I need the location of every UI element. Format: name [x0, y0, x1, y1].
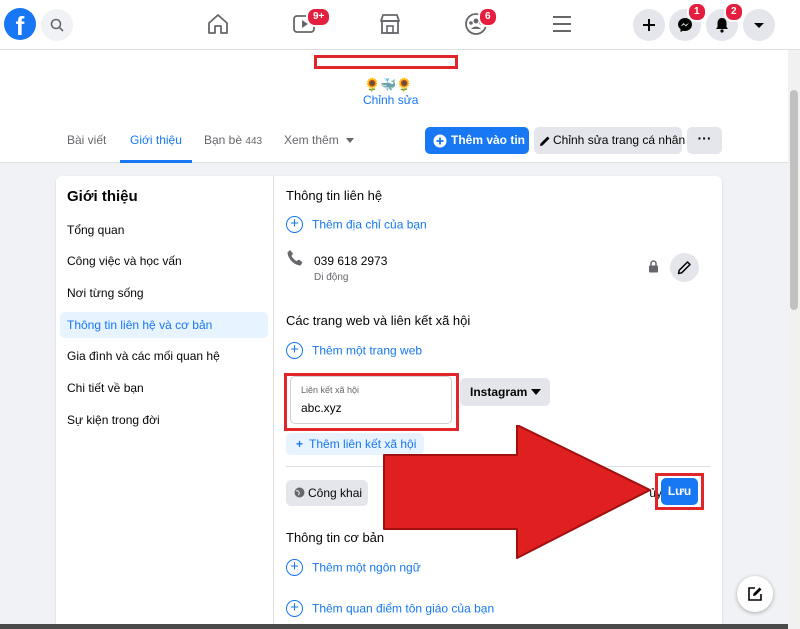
- tab-posts[interactable]: Bài viết: [67, 133, 106, 147]
- add-language-link[interactable]: + Thêm một ngôn ngữ: [286, 559, 421, 579]
- privacy-selector[interactable]: Công khai: [286, 480, 368, 506]
- tab-more-label: Xem thêm: [284, 133, 339, 147]
- nav-menu[interactable]: [538, 8, 586, 42]
- messenger-badge: 1: [687, 2, 707, 22]
- bio-emojis: 🌻🐳🌻: [364, 77, 413, 92]
- caret-down-icon: [346, 138, 355, 143]
- plus-circle-icon: +: [286, 600, 303, 617]
- nav-home[interactable]: [194, 8, 242, 42]
- add-religion-label: Thêm quan điểm tôn giáo của bạn: [312, 601, 495, 616]
- watch-badge: 9+: [306, 7, 332, 27]
- messenger-button[interactable]: 1: [669, 2, 707, 41]
- contact-info-title: Thông tin liên hệ: [286, 188, 383, 203]
- about-title: Giới thiệu: [67, 188, 138, 205]
- pencil-icon: [677, 261, 691, 275]
- sidebar-item-overview[interactable]: Tổng quan: [60, 217, 268, 243]
- scrollbar-thumb[interactable]: [790, 90, 798, 310]
- more-options-button[interactable]: ···: [687, 127, 722, 154]
- edit-phone-button[interactable]: [670, 253, 699, 282]
- new-message-button[interactable]: [737, 576, 773, 612]
- caret-down-icon: [754, 23, 764, 28]
- marketplace-icon: [380, 14, 400, 34]
- tab-friends[interactable]: Bạn bè 443: [204, 133, 262, 147]
- tab-friends-label: Bạn bè: [204, 133, 243, 147]
- plus-circle-icon: +: [286, 559, 303, 576]
- phone-number: 039 618 2973: [314, 254, 388, 268]
- nav-watch[interactable]: 9+: [280, 7, 332, 42]
- phone-type: Di động: [314, 272, 349, 283]
- about-sidebar: Giới thiệu Tổng quan Công việc và học vấ…: [56, 176, 274, 629]
- notifications-button[interactable]: 2: [706, 2, 744, 41]
- search-icon: [50, 18, 64, 32]
- about-card: Giới thiệu Tổng quan Công việc và học vấ…: [56, 176, 722, 629]
- plus-icon: [643, 19, 655, 31]
- create-button[interactable]: [633, 9, 665, 41]
- menu-icon: [553, 16, 571, 32]
- page-scrollbar[interactable]: [788, 50, 800, 629]
- red-annotation-arrow: [383, 425, 651, 559]
- sidebar-item-places-lived[interactable]: Nơi từng sống: [60, 280, 268, 306]
- add-address-link[interactable]: + Thêm địa chỉ của bạn: [286, 216, 427, 236]
- sidebar-item-family[interactable]: Gia đình và các mối quan hệ: [60, 343, 268, 369]
- about-main: Thông tin liên hệ + Thêm địa chỉ của bạn …: [274, 176, 722, 629]
- plus-icon: +: [296, 437, 304, 451]
- nav-groups[interactable]: 6: [452, 7, 500, 42]
- top-navigation-bar: f 9+ 6 1 2: [0, 0, 800, 50]
- lock-icon[interactable]: [648, 260, 659, 273]
- edit-profile-label: Chỉnh sửa trang cá nhân: [553, 133, 686, 147]
- nav-marketplace[interactable]: [366, 8, 414, 42]
- phone-icon: [287, 250, 303, 266]
- search-button[interactable]: [41, 9, 73, 41]
- compose-icon: [748, 587, 762, 601]
- home-icon: [208, 14, 228, 34]
- friend-count: 443: [245, 136, 263, 147]
- groups-badge: 6: [478, 7, 498, 27]
- add-religion-link[interactable]: + Thêm quan điểm tôn giáo của bạn: [286, 600, 494, 620]
- add-website-label: Thêm một trang web: [312, 343, 423, 358]
- save-button-highlight: [655, 473, 704, 510]
- edit-profile-button[interactable]: Chỉnh sửa trang cá nhân: [534, 127, 686, 154]
- globe-icon: [294, 487, 305, 498]
- add-address-label: Thêm địa chỉ của bạn: [312, 217, 427, 232]
- sidebar-item-work-education[interactable]: Công việc và học vấn: [60, 248, 268, 274]
- sidebar-item-contact-basic[interactable]: Thông tin liên hệ và cơ bản: [60, 312, 268, 338]
- social-platform-value: Instagram: [470, 385, 528, 399]
- plus-circle-icon: [433, 134, 447, 148]
- plus-circle-icon: +: [286, 216, 303, 233]
- active-tab-indicator: [120, 160, 192, 163]
- caret-down-icon: [531, 389, 541, 395]
- redacted-profile-name: [314, 55, 458, 69]
- account-button[interactable]: [743, 9, 775, 41]
- privacy-label: Công khai: [308, 486, 363, 500]
- plus-circle-icon: +: [286, 342, 303, 359]
- tab-about[interactable]: Giới thiệu: [130, 133, 182, 147]
- basic-info-title: Thông tin cơ bản: [286, 530, 385, 545]
- sidebar-item-life-events[interactable]: Sự kiện trong đời: [60, 407, 268, 433]
- add-to-story-button[interactable]: Thêm vào tin: [425, 127, 529, 154]
- notifications-badge: 2: [724, 2, 744, 22]
- edit-bio-link[interactable]: Chỉnh sửa: [363, 93, 418, 107]
- taskbar-edge: [0, 624, 788, 629]
- tab-more[interactable]: Xem thêm: [284, 133, 355, 147]
- websites-title: Các trang web và liên kết xã hội: [286, 313, 471, 328]
- add-to-story-label: Thêm vào tin: [451, 133, 526, 147]
- social-platform-select[interactable]: Instagram: [460, 378, 550, 406]
- add-website-link[interactable]: + Thêm một trang web: [286, 342, 422, 362]
- pencil-icon: [540, 136, 550, 146]
- social-field-highlight: [284, 373, 459, 431]
- add-language-label: Thêm một ngôn ngữ: [312, 560, 421, 575]
- facebook-logo[interactable]: f: [4, 8, 36, 40]
- sidebar-item-details[interactable]: Chi tiết về bạn: [60, 375, 268, 401]
